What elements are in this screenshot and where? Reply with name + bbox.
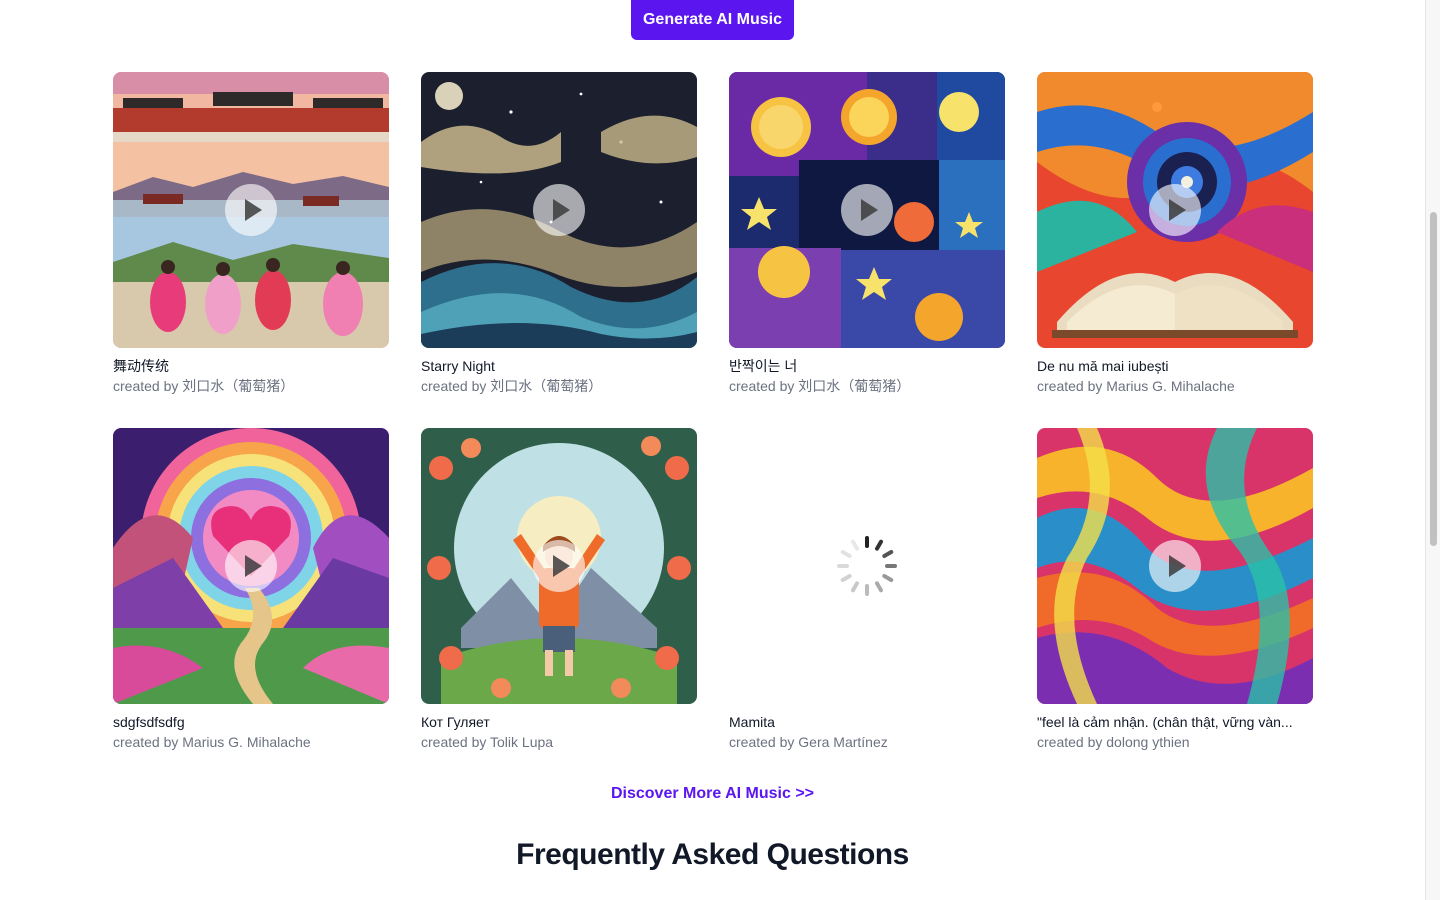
play-button[interactable]: [533, 184, 585, 236]
play-icon: [553, 199, 570, 221]
play-button[interactable]: [1149, 184, 1201, 236]
music-card[interactable]: sdgfsdfsdfg created by Marius G. Mihalac…: [113, 428, 389, 752]
card-author: created by Tolik Lupa: [421, 734, 554, 750]
card-cover-image[interactable]: [113, 72, 389, 348]
card-title[interactable]: Mamita: [729, 712, 1005, 732]
play-icon: [245, 555, 262, 577]
scrollbar-thumb[interactable]: [1430, 212, 1437, 546]
card-cover-image[interactable]: [113, 428, 389, 704]
music-card[interactable]: Starry Night created by 刘口水（葡萄猪）: [421, 72, 697, 396]
generate-ai-music-button[interactable]: Generate AI Music: [631, 0, 794, 40]
discover-more-link[interactable]: Discover More AI Music >>: [0, 785, 1425, 803]
card-author: created by 刘口水（葡萄猪）: [421, 378, 603, 394]
card-cover-image[interactable]: [729, 72, 1005, 348]
music-card[interactable]: De nu mă mai iubești created by Marius G…: [1037, 72, 1313, 396]
card-title[interactable]: Кот Гуляет: [421, 712, 697, 732]
card-cover-placeholder: [729, 428, 1005, 704]
play-icon: [553, 555, 570, 577]
play-button[interactable]: [533, 540, 585, 592]
music-card[interactable]: 반짝이는 너 created by 刘口水（葡萄猪）: [729, 72, 1005, 396]
play-icon: [245, 199, 262, 221]
vertical-scrollbar[interactable]: [1425, 0, 1440, 900]
card-cover-image[interactable]: [1037, 428, 1313, 704]
card-title[interactable]: De nu mă mai iubești: [1037, 356, 1313, 376]
loading-spinner-icon: [837, 536, 897, 596]
music-card[interactable]: Mamita created by Gera Martínez: [729, 428, 1005, 752]
card-title[interactable]: "feel là cảm nhận. (chân thật, vững vàn.…: [1037, 712, 1313, 732]
card-cover-image[interactable]: [1037, 72, 1313, 348]
faq-heading: Frequently Asked Questions: [516, 838, 909, 871]
card-title[interactable]: sdgfsdfsdfg: [113, 712, 389, 732]
card-author: created by Marius G. Mihalache: [113, 734, 311, 750]
card-title[interactable]: Starry Night: [421, 356, 697, 376]
page: Generate AI Music 舞动传统 created by 刘口水（葡萄…: [0, 0, 1425, 900]
play-button[interactable]: [225, 184, 277, 236]
play-icon: [1169, 199, 1186, 221]
card-cover-image[interactable]: [421, 428, 697, 704]
card-title[interactable]: 舞动传统: [113, 356, 389, 376]
card-title[interactable]: 반짝이는 너: [729, 356, 1005, 376]
music-card[interactable]: 舞动传统 created by 刘口水（葡萄猪）: [113, 72, 389, 396]
music-grid: 舞动传统 created by 刘口水（葡萄猪） Starry Night cr…: [113, 72, 1313, 752]
music-card[interactable]: "feel là cảm nhận. (chân thật, vững vàn.…: [1037, 428, 1313, 752]
card-author: created by Marius G. Mihalache: [1037, 378, 1235, 394]
card-cover-image[interactable]: [421, 72, 697, 348]
card-author: created by dolong ythien: [1037, 734, 1190, 750]
card-author: created by Gera Martínez: [729, 734, 888, 750]
play-icon: [861, 199, 878, 221]
play-icon: [1169, 555, 1186, 577]
card-author: created by 刘口水（葡萄猪）: [729, 378, 911, 394]
play-button[interactable]: [225, 540, 277, 592]
music-card[interactable]: Кот Гуляет created by Tolik Lupa: [421, 428, 697, 752]
card-author: created by 刘口水（葡萄猪）: [113, 378, 295, 394]
play-button[interactable]: [1149, 540, 1201, 592]
play-button[interactable]: [841, 184, 893, 236]
